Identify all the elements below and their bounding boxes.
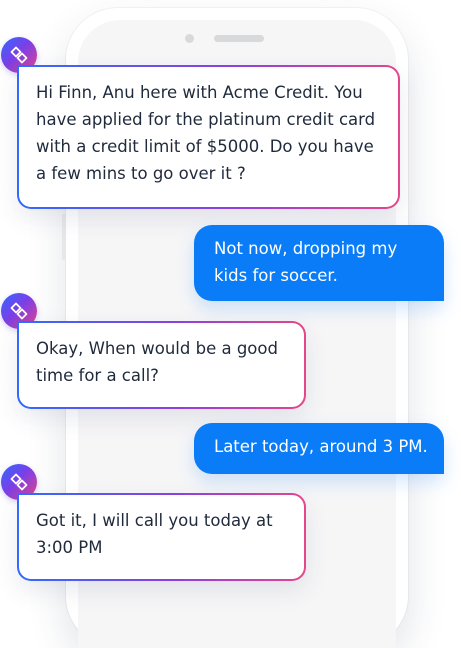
diamond-link-logo-icon xyxy=(10,473,28,491)
camera-icon xyxy=(185,34,194,43)
incoming-message: Okay, When would be a good time for a ca… xyxy=(17,321,306,409)
outgoing-message: Not now, dropping my kids for soccer. xyxy=(194,225,444,301)
message-text: Hi Finn, Anu here with Acme Credit. You … xyxy=(19,67,398,207)
message-text: Not now, dropping my kids for soccer. xyxy=(214,239,398,285)
phone-side-button xyxy=(62,214,66,260)
diamond-link-logo-icon xyxy=(10,46,28,64)
message-text: Okay, When would be a good time for a ca… xyxy=(19,323,304,407)
phone-speaker xyxy=(214,35,264,42)
message-text: Got it, I will call you today at 3:00 PM xyxy=(19,495,304,579)
incoming-message: Got it, I will call you today at 3:00 PM xyxy=(17,493,306,581)
incoming-message: Hi Finn, Anu here with Acme Credit. You … xyxy=(17,65,400,209)
outgoing-message: Later today, around 3 PM. xyxy=(194,423,444,474)
diamond-link-logo-icon xyxy=(10,302,28,320)
message-text: Later today, around 3 PM. xyxy=(214,437,428,456)
